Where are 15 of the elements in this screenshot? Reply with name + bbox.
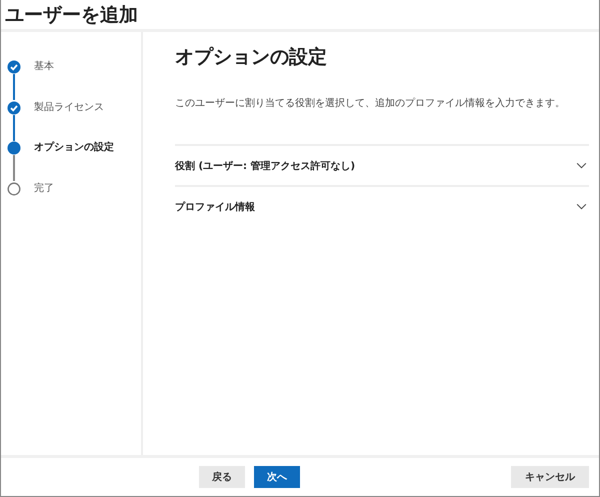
back-button[interactable]: 戻る	[199, 466, 245, 488]
step-label[interactable]: 基本	[34, 60, 54, 74]
accordion-section[interactable]: プロファイル情報	[175, 185, 589, 226]
page-heading: オプションの設定	[175, 45, 328, 70]
cancel-button[interactable]: キャンセル	[511, 466, 589, 488]
step-label[interactable]: オプションの設定	[34, 141, 114, 155]
chevron-icon	[576, 203, 587, 210]
next-button[interactable]: 次へ	[254, 466, 300, 488]
step-label[interactable]: 製品ライセンス	[34, 100, 104, 114]
step-circle-icon	[7, 182, 21, 196]
accordion-section[interactable]: 役割 (ユーザー: 管理アクセス許可なし)	[175, 144, 589, 185]
window-title: ユーザーを追加	[1, 0, 599, 32]
description: このユーザーに割り当てる役割を選択して、追加のプロファイル情報を入力できます。	[175, 96, 566, 110]
step-label[interactable]: 完了	[34, 182, 54, 196]
chevron-icon	[576, 162, 587, 169]
